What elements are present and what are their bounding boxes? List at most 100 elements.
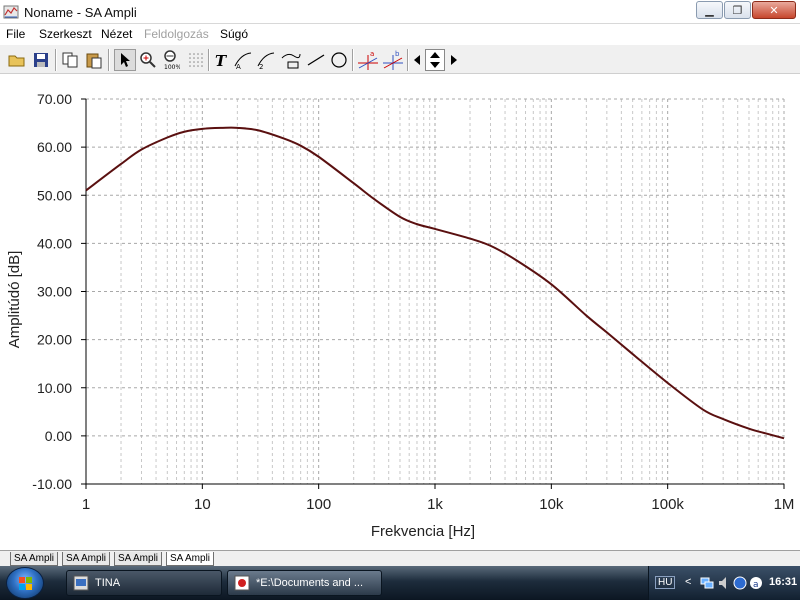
cursor-b-button[interactable]: b	[382, 49, 404, 71]
taskbar-item-document[interactable]: *E:\Documents and ...	[227, 570, 382, 596]
title-bar: Noname - SA Ampli ▁ ❐ ✕	[0, 0, 800, 24]
y-tick-label: -10.00	[32, 476, 72, 492]
close-icon: ✕	[769, 4, 779, 17]
tray-app-icon[interactable]: a	[749, 575, 763, 591]
taskbar-item-label: *E:\Documents and ...	[256, 577, 363, 589]
cursor-a-icon: a	[358, 50, 378, 70]
zoom-100-button[interactable]: 100%	[160, 49, 182, 71]
chart-area[interactable]: 70.00 60.00 50.00 40.00 30.00 20.00 10.00 0.00 -…	[0, 75, 800, 549]
arrow-left-button[interactable]	[411, 49, 423, 71]
menu-bar: File Szerkeszt Nézet Feldolgozás Súgó	[0, 24, 800, 43]
app-icon	[3, 5, 19, 19]
toolbar: 100% T A 2 a b	[0, 44, 800, 74]
y-tick-label: 20.00	[37, 332, 72, 348]
menu-file[interactable]: File	[6, 27, 25, 41]
circle-button[interactable]	[328, 49, 350, 71]
document-icon	[234, 575, 250, 591]
menu-help[interactable]: Súgó	[220, 27, 248, 41]
maximize-button[interactable]: ❐	[724, 1, 751, 19]
cursor-b-icon: b	[383, 50, 403, 70]
circle-icon	[331, 52, 347, 68]
line-button[interactable]	[305, 49, 327, 71]
paste-icon	[86, 53, 102, 69]
save-icon	[34, 53, 48, 67]
x-tick-label: 10	[194, 496, 211, 513]
y-axis-label: Amplitúdó [dB]	[6, 251, 23, 349]
pointer-button[interactable]	[114, 49, 136, 71]
sheet-tab[interactable]: SA Ampli	[114, 552, 163, 566]
tina-icon	[73, 575, 89, 591]
zoom-in-icon	[140, 52, 156, 68]
system-tray: HU < a 16:31	[648, 566, 800, 600]
text-button[interactable]: T	[210, 49, 232, 71]
paste-button[interactable]	[83, 49, 105, 71]
sheet-tab[interactable]: SA Ampli	[10, 552, 59, 566]
taskbar-item-label: TINA	[95, 577, 121, 589]
x-tick-label: 100k	[651, 496, 684, 513]
svg-text:2: 2	[259, 63, 263, 70]
y-tick-label: 70.00	[37, 91, 72, 107]
sheet-tab-active[interactable]: SA Ampli	[166, 552, 215, 566]
curve-label-2-icon: 2	[257, 52, 275, 70]
minimize-button[interactable]: ▁	[696, 1, 723, 19]
curve-label-3-button[interactable]	[280, 49, 302, 71]
svg-text:a: a	[753, 580, 759, 590]
close-button[interactable]: ✕	[752, 1, 796, 19]
arrow-updown-icon	[430, 52, 440, 68]
zoom-in-button[interactable]	[137, 49, 159, 71]
menu-view[interactable]: Nézet	[101, 27, 132, 41]
curve-label-2-button[interactable]: 2	[255, 49, 277, 71]
line-icon	[307, 54, 325, 66]
y-tick-label: 40.00	[37, 235, 72, 251]
clock[interactable]: 16:31	[769, 576, 797, 588]
tray-chevron[interactable]: <	[685, 576, 691, 588]
open-folder-icon	[8, 55, 25, 67]
menu-process[interactable]: Feldolgozás	[144, 27, 209, 41]
taskbar: TINA *E:\Documents and ... HU < a 16:31	[0, 566, 800, 600]
maximize-icon: ❐	[732, 4, 743, 17]
zoom-100-icon: 100%	[164, 50, 180, 70]
svg-text:a: a	[370, 50, 374, 58]
x-axis-label: Frekvencia [Hz]	[371, 523, 475, 540]
taskbar-item-tina[interactable]: TINA	[66, 570, 222, 596]
text-icon: T	[215, 52, 228, 69]
curve-label-3-icon	[281, 53, 301, 69]
arrow-left-icon	[414, 55, 420, 65]
svg-text:b: b	[395, 50, 400, 58]
y-tick-label: 50.00	[37, 187, 72, 203]
y-tick-label: 30.00	[37, 284, 72, 300]
grid-button[interactable]	[185, 49, 207, 71]
menu-edit[interactable]: Szerkeszt	[39, 27, 92, 41]
svg-text:A: A	[236, 63, 241, 70]
volume-icon[interactable]	[717, 575, 731, 591]
copy-icon	[62, 52, 78, 68]
arrow-right-button[interactable]	[448, 49, 460, 71]
svg-text:T: T	[215, 52, 228, 69]
sheet-tab[interactable]: SA Ampli	[62, 552, 111, 566]
svg-text:100%: 100%	[164, 64, 180, 70]
arrow-right-icon	[451, 55, 457, 65]
toolbar-separator	[108, 49, 110, 71]
amplitude-chart[interactable]: 70.00 60.00 50.00 40.00 30.00 20.00 10.00 0.00 -…	[0, 75, 800, 549]
open-button[interactable]	[6, 49, 28, 71]
curve-label-icon: A	[234, 52, 252, 70]
network-icon[interactable]	[699, 575, 715, 591]
windows-logo-icon	[19, 577, 32, 590]
grid-icon	[189, 53, 203, 67]
x-tick-label: 10k	[539, 496, 564, 513]
y-tick-label: 10.00	[37, 380, 72, 396]
x-tick-label: 1k	[427, 496, 443, 513]
x-tick-label: 1	[82, 496, 90, 513]
curve-label-button[interactable]: A	[232, 49, 254, 71]
window-title: Noname - SA Ampli	[24, 5, 137, 20]
language-indicator[interactable]: HU	[655, 576, 676, 589]
security-icon[interactable]	[733, 575, 747, 591]
save-button[interactable]	[30, 49, 52, 71]
arrow-updown-button[interactable]	[425, 49, 445, 71]
y-tick-label: 0.00	[45, 428, 72, 444]
copy-button[interactable]	[59, 49, 81, 71]
start-button[interactable]	[6, 567, 44, 599]
minimize-icon: ▁	[705, 4, 714, 17]
cursor-a-button[interactable]: a	[357, 49, 379, 71]
sheet-tabs: SA Ampli SA Ampli SA Ampli SA Ampli	[0, 550, 800, 566]
